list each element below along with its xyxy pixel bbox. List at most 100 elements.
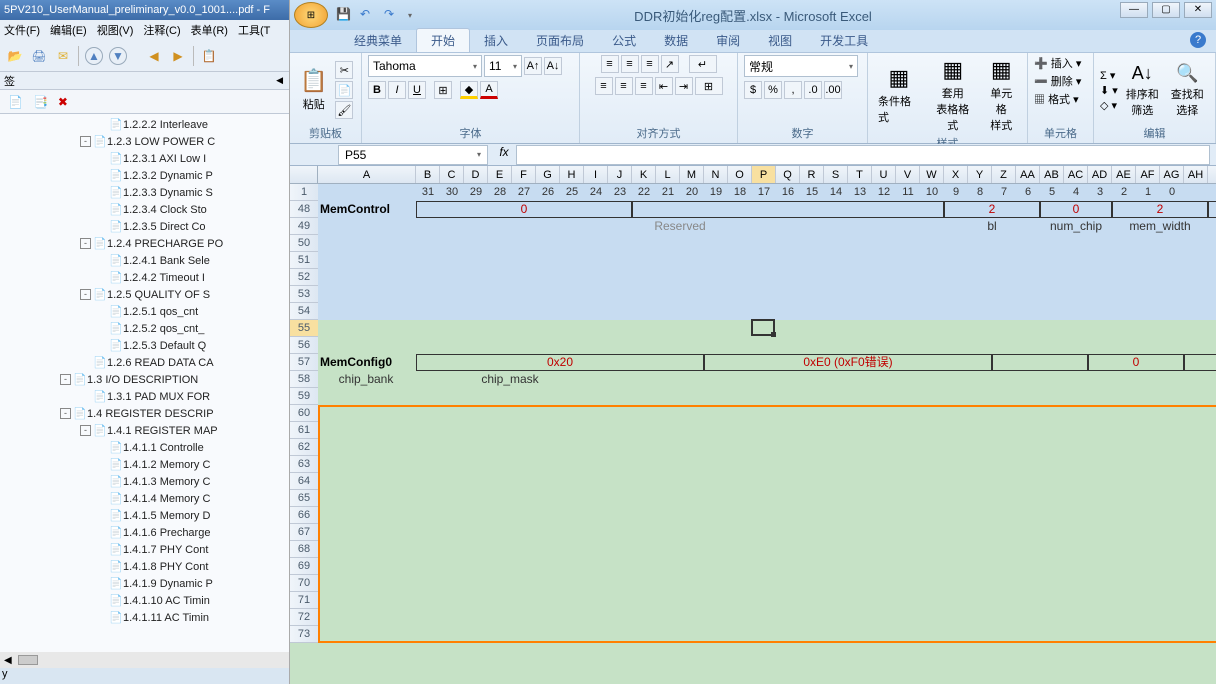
open-icon[interactable]: 📂 xyxy=(6,47,24,65)
shrink-font-icon[interactable]: A↓ xyxy=(544,57,562,75)
row-header[interactable]: 50 xyxy=(290,235,318,252)
find-select-button[interactable]: 🔍查找和 选择 xyxy=(1167,61,1208,120)
outline-item[interactable]: 📄1.4.1.4 Memory C xyxy=(0,490,289,507)
row-header[interactable]: 66 xyxy=(290,507,318,524)
grow-font-icon[interactable]: A↑ xyxy=(524,57,542,75)
row-header[interactable]: 51 xyxy=(290,252,318,269)
tab-home[interactable]: 开始 xyxy=(416,28,470,52)
col-header[interactable]: A xyxy=(318,166,416,183)
col-header[interactable]: D xyxy=(464,166,488,183)
row-header[interactable]: 59 xyxy=(290,388,318,405)
collapse-icon[interactable]: ◀ xyxy=(276,75,283,86)
row-header[interactable]: 61 xyxy=(290,422,318,439)
outline-item[interactable]: 📄1.2.4.1 Bank Sele xyxy=(0,252,289,269)
align-bot-icon[interactable]: ≡ xyxy=(641,55,659,73)
fwd-icon[interactable]: ▶ xyxy=(169,47,187,65)
align-right-icon[interactable]: ≡ xyxy=(635,77,653,95)
row-header[interactable]: 62 xyxy=(290,439,318,456)
outline-item[interactable]: 📄1.4.1.2 Memory C xyxy=(0,456,289,473)
clear-button[interactable]: ◇ ▾ xyxy=(1100,99,1118,112)
col-header[interactable]: V xyxy=(896,166,920,183)
inc-decimal-icon[interactable]: .0 xyxy=(804,81,822,99)
dec-decimal-icon[interactable]: .00 xyxy=(824,81,842,99)
row-header[interactable]: 57 xyxy=(290,354,318,371)
print-icon[interactable]: 🖨 xyxy=(30,47,48,65)
align-top-icon[interactable]: ≡ xyxy=(601,55,619,73)
new-bookmark-icon[interactable]: 📄 xyxy=(8,95,23,109)
outline-item[interactable]: -📄1.2.4 PRECHARGE PO xyxy=(0,235,289,252)
pdf-menu-file[interactable]: 文件(F) xyxy=(2,22,42,38)
indent-inc-icon[interactable]: ⇥ xyxy=(675,77,693,95)
col-header[interactable]: AC xyxy=(1064,166,1088,183)
tab-insert[interactable]: 插入 xyxy=(470,29,522,52)
col-header[interactable]: AB xyxy=(1040,166,1064,183)
back-icon[interactable]: ◀ xyxy=(145,47,163,65)
cut-icon[interactable]: ✂ xyxy=(335,61,353,79)
minimize-button[interactable]: — xyxy=(1120,2,1148,18)
autosum-button[interactable]: Σ ▾ xyxy=(1100,69,1118,82)
number-format-combo[interactable]: 常规▾ xyxy=(744,55,858,77)
col-header[interactable]: L xyxy=(656,166,680,183)
indent-dec-icon[interactable]: ⇤ xyxy=(655,77,673,95)
fx-button[interactable]: fx xyxy=(492,145,516,165)
outline-tree[interactable]: 📄1.2.2.2 Interleave-📄1.2.3 LOW POWER C📄1… xyxy=(0,114,289,652)
outline-item[interactable]: 📄1.4.1.6 Precharge xyxy=(0,524,289,541)
office-button[interactable]: ⊞ xyxy=(294,2,328,28)
outline-item[interactable]: 📄1.3.1 PAD MUX FOR xyxy=(0,388,289,405)
fill-color-button[interactable]: ◆ xyxy=(460,81,478,99)
col-header[interactable]: AD xyxy=(1088,166,1112,183)
col-header[interactable]: U xyxy=(872,166,896,183)
row-header[interactable]: 54 xyxy=(290,303,318,320)
col-header[interactable]: B xyxy=(416,166,440,183)
pdf-menu-annot[interactable]: 注释(C) xyxy=(141,22,182,38)
col-header[interactable]: M xyxy=(680,166,704,183)
col-header[interactable]: C xyxy=(440,166,464,183)
col-header[interactable]: T xyxy=(848,166,872,183)
fill-button[interactable]: ⬇ ▾ xyxy=(1100,84,1118,97)
outline-item[interactable]: 📄1.2.3.5 Direct Co xyxy=(0,218,289,235)
paste-button[interactable]: 📋 粘贴 xyxy=(296,66,331,114)
row-header[interactable]: 65 xyxy=(290,490,318,507)
bookmarks-tab[interactable]: 签 ◀ xyxy=(0,72,289,90)
row-header[interactable]: 67 xyxy=(290,524,318,541)
delete-bookmark-icon[interactable]: ✖ xyxy=(58,95,68,109)
outline-item[interactable]: 📄1.2.3.3 Dynamic S xyxy=(0,184,289,201)
cell-style-button[interactable]: ▦单元格 样式 xyxy=(982,55,1021,135)
outline-item[interactable]: 📄1.2.3.4 Clock Sto xyxy=(0,201,289,218)
col-header[interactable]: AG xyxy=(1160,166,1184,183)
outline-item[interactable]: -📄1.3 I/O DESCRIPTION xyxy=(0,371,289,388)
select-all-corner[interactable] xyxy=(290,166,318,183)
insert-cells-button[interactable]: ➕ 插入 ▾ xyxy=(1034,55,1081,71)
cond-format-button[interactable]: ▦条件格式 xyxy=(874,63,924,127)
name-box[interactable]: P55▾ xyxy=(338,145,488,165)
border-button[interactable]: ⊞ xyxy=(434,81,452,99)
tab-classic[interactable]: 经典菜单 xyxy=(340,29,416,52)
font-size-combo[interactable]: 11▾ xyxy=(484,55,522,77)
col-header[interactable]: I xyxy=(584,166,608,183)
col-header[interactable]: G xyxy=(536,166,560,183)
col-header[interactable]: Y xyxy=(968,166,992,183)
outline-item[interactable]: -📄1.4 REGISTER DESCRIP xyxy=(0,405,289,422)
comma-icon[interactable]: , xyxy=(784,81,802,99)
next-icon[interactable]: ▼ xyxy=(109,47,127,65)
outline-item[interactable]: 📄1.4.1.9 Dynamic P xyxy=(0,575,289,592)
col-header[interactable]: N xyxy=(704,166,728,183)
undo-icon[interactable]: ↶ xyxy=(360,7,376,23)
outline-item[interactable]: 📄1.4.1.8 PHY Cont xyxy=(0,558,289,575)
copy-icon[interactable]: 📄 xyxy=(335,81,353,99)
pdf-hscroll[interactable]: ◀ xyxy=(0,652,289,668)
tab-formula[interactable]: 公式 xyxy=(598,29,650,52)
redo-icon[interactable]: ↷ xyxy=(384,7,400,23)
row-header[interactable]: 60 xyxy=(290,405,318,422)
outline-item[interactable]: 📄1.4.1.10 AC Timin xyxy=(0,592,289,609)
pdf-menu-edit[interactable]: 编辑(E) xyxy=(48,22,89,38)
col-header[interactable]: W xyxy=(920,166,944,183)
col-header[interactable]: AE xyxy=(1112,166,1136,183)
font-name-combo[interactable]: Tahoma▾ xyxy=(368,55,482,77)
outline-item[interactable]: 📄1.2.3.1 AXI Low I xyxy=(0,150,289,167)
row-header[interactable]: 64 xyxy=(290,473,318,490)
pdf-menu-tool[interactable]: 工具(T xyxy=(236,22,272,38)
close-button[interactable]: ✕ xyxy=(1184,2,1212,18)
format-cells-button[interactable]: ▦ 格式 ▾ xyxy=(1034,91,1079,107)
underline-button[interactable]: U xyxy=(408,81,426,99)
